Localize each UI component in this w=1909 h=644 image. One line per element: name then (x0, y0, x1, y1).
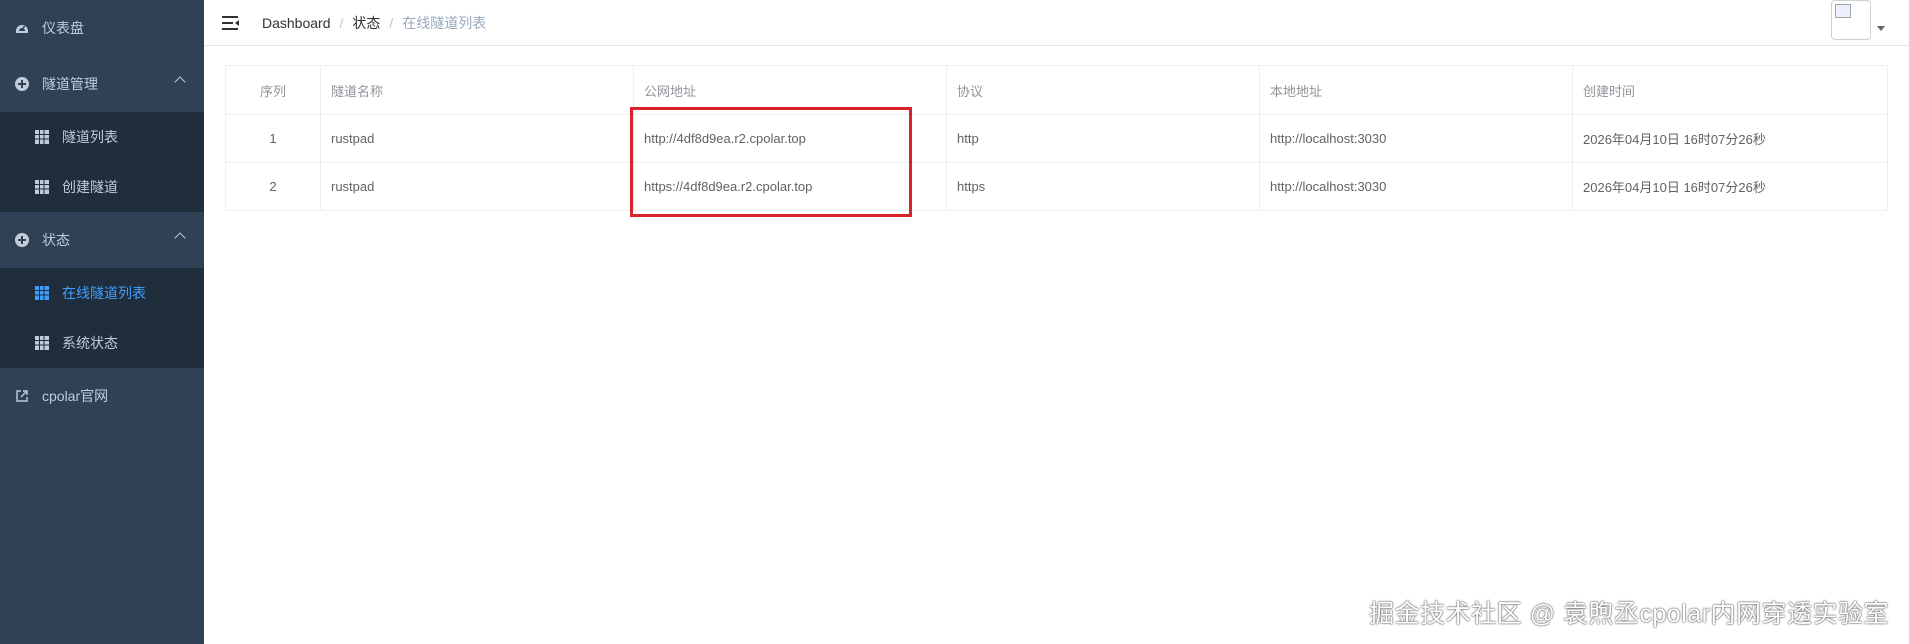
table-icon (34, 129, 50, 145)
breadcrumb: Dashboard / 状态 / 在线隧道列表 (262, 13, 486, 33)
external-link-icon (14, 388, 30, 404)
sidebar-group-tunnel-management[interactable]: 隧道管理 (0, 56, 204, 112)
broken-image-icon (1835, 4, 1851, 18)
sidebar-item-tunnel-list[interactable]: 隧道列表 (0, 112, 204, 162)
caret-down-icon[interactable] (1877, 26, 1885, 31)
sidebar-item-label: 在线隧道列表 (62, 285, 146, 301)
cell-protocol: https (946, 162, 1260, 211)
sidebar-item-label: 仪表盘 (42, 20, 84, 36)
cell-public-url[interactable]: https://4df8d9ea.r2.cpolar.top (633, 162, 947, 211)
breadcrumb-separator: / (339, 14, 344, 31)
sidebar-item-create-tunnel[interactable]: 创建隧道 (0, 162, 204, 212)
cell-local-address: http://localhost:3030 (1259, 162, 1573, 211)
breadcrumb-current: 在线隧道列表 (402, 14, 487, 31)
cell-public-url[interactable]: http://4df8d9ea.r2.cpolar.top (633, 114, 947, 163)
column-header-tunnel-name: 隧道名称 (320, 65, 634, 115)
column-header-public-url: 公网地址 (633, 65, 947, 115)
column-header-index: 序列 (225, 65, 321, 115)
cell-index: 2 (225, 162, 321, 211)
hamburger-icon[interactable] (222, 14, 240, 32)
watermark: 掘金技术社区 @ 袁煦丞cpolar内网穿透实验室 (1369, 600, 1889, 628)
submenu-tunnel-management: 隧道列表 创建隧道 (0, 112, 204, 212)
avatar[interactable] (1831, 0, 1871, 40)
table-icon (34, 179, 50, 195)
sidebar-item-label: 隧道列表 (62, 129, 118, 145)
sidebar-item-label: 创建隧道 (62, 179, 118, 195)
sidebar-item-dashboard[interactable]: 仪表盘 (0, 0, 204, 56)
column-header-protocol: 协议 (946, 65, 1260, 115)
cell-local-address: http://localhost:3030 (1259, 114, 1573, 163)
sidebar-item-online-tunnels[interactable]: 在线隧道列表 (0, 268, 204, 318)
user-menu[interactable] (1831, 0, 1885, 40)
breadcrumb-separator: / (389, 14, 394, 31)
sidebar-item-label: cpolar官网 (42, 388, 109, 404)
online-tunnels-table: 序列 隧道名称 公网地址 协议 本地地址 创建时间 1 rustpad http… (225, 65, 1888, 211)
plus-circle-icon (14, 76, 30, 92)
sidebar-group-status[interactable]: 状态 (0, 212, 204, 268)
sidebar: 仪表盘 隧道管理 隧道列表 创建隧道 状态 在线隧道列表 系统状态 cpolar… (0, 0, 204, 644)
table-header-row: 序列 隧道名称 公网地址 协议 本地地址 创建时间 (225, 65, 1888, 115)
table-icon (34, 285, 50, 301)
breadcrumb-status[interactable]: 状态 (352, 13, 380, 33)
sidebar-item-cpolar-site[interactable]: cpolar官网 (0, 368, 204, 424)
breadcrumb-dashboard[interactable]: Dashboard (262, 15, 331, 31)
table-row: 1 rustpad http://4df8d9ea.r2.cpolar.top … (225, 114, 1888, 163)
sidebar-item-label: 系统状态 (62, 335, 118, 351)
column-header-created-time: 创建时间 (1572, 65, 1888, 115)
table-row: 2 rustpad https://4df8d9ea.r2.cpolar.top… (225, 162, 1888, 211)
cell-created-time: 2026年04月10日 16时07分26秒 (1572, 114, 1888, 163)
submenu-status: 在线隧道列表 系统状态 (0, 268, 204, 368)
chevron-up-icon (174, 232, 186, 244)
table-icon (34, 335, 50, 351)
dashboard-icon (14, 20, 30, 36)
app: 仪表盘 隧道管理 隧道列表 创建隧道 状态 在线隧道列表 系统状态 cpolar… (0, 0, 1909, 644)
sidebar-group-label: 隧道管理 (42, 76, 98, 92)
sidebar-item-system-status[interactable]: 系统状态 (0, 318, 204, 368)
cell-protocol: http (946, 114, 1260, 163)
top-navbar: Dashboard / 状态 / 在线隧道列表 (204, 0, 1909, 46)
sidebar-group-label: 状态 (42, 232, 70, 248)
cell-index: 1 (225, 114, 321, 163)
plus-circle-icon (14, 232, 30, 248)
cell-created-time: 2026年04月10日 16时07分26秒 (1572, 162, 1888, 211)
cell-tunnel-name: rustpad (320, 162, 634, 211)
column-header-local-address: 本地地址 (1259, 65, 1573, 115)
cell-tunnel-name: rustpad (320, 114, 634, 163)
chevron-up-icon (174, 76, 186, 88)
